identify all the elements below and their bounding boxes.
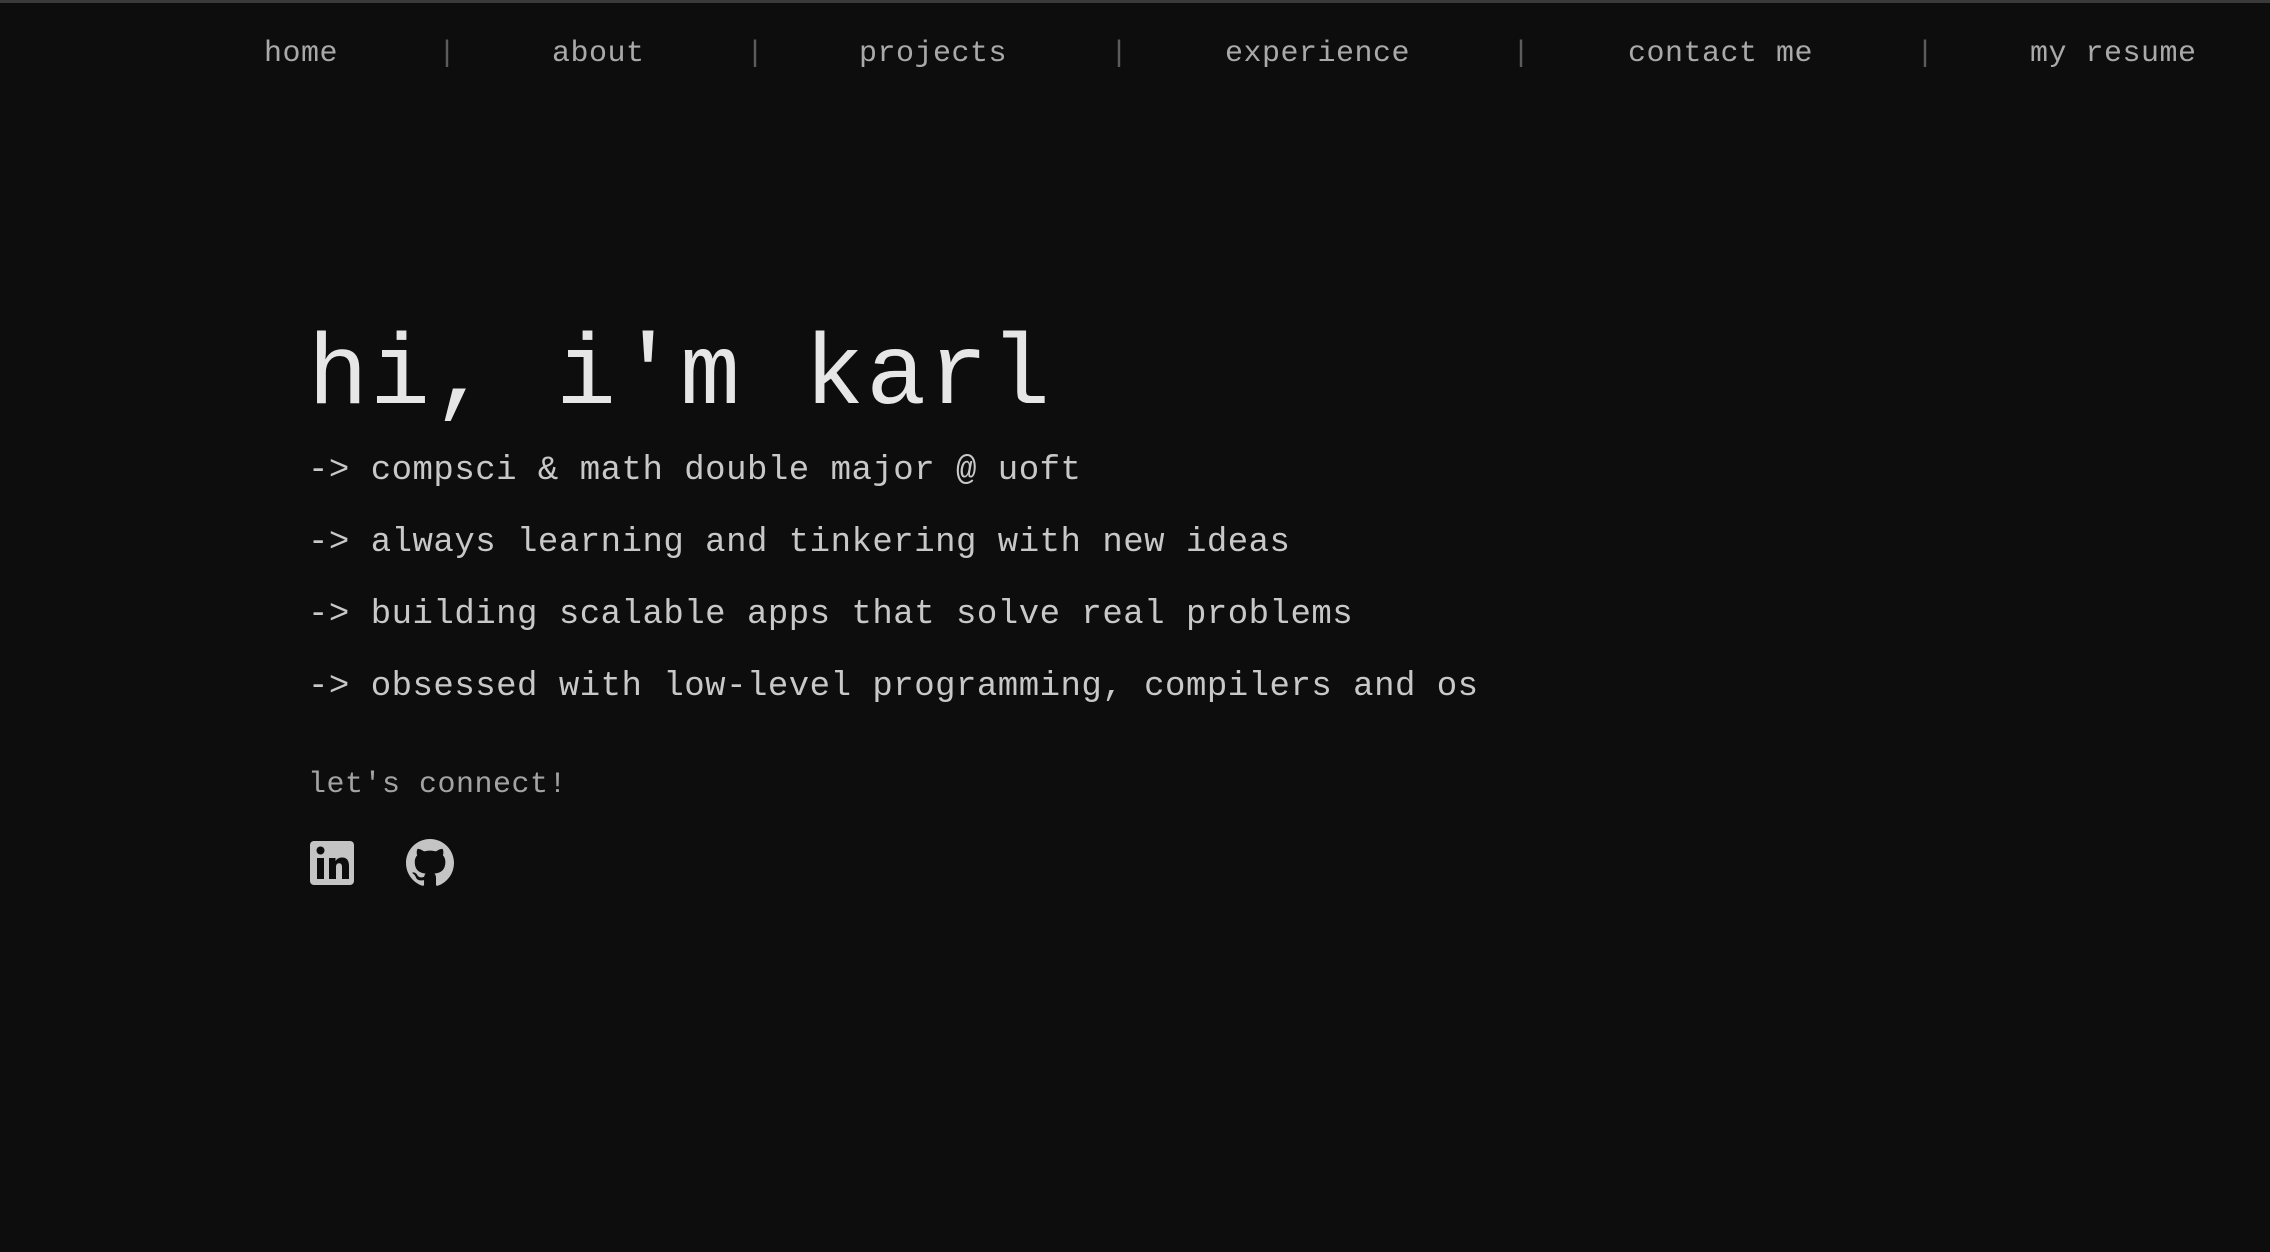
top-nav: home | about | projects | experience | c… xyxy=(0,3,2270,103)
nav-separator: | xyxy=(746,37,765,71)
linkedin-icon[interactable] xyxy=(308,839,356,887)
intro-item: -> building scalable apps that solve rea… xyxy=(308,596,1354,634)
nav-separator: | xyxy=(438,37,457,71)
nav-home-link[interactable]: home xyxy=(264,35,338,73)
hero-section: hi, i'm karl -> compsci & math double ma… xyxy=(308,323,2008,887)
nav-projects-link[interactable]: projects xyxy=(859,35,1007,73)
intro-list: -> compsci & math double major @ uoft ->… xyxy=(308,451,2008,707)
nav-separator: | xyxy=(1512,37,1531,71)
intro-item: -> always learning and tinkering with ne… xyxy=(308,524,1291,562)
nav-about-link[interactable]: about xyxy=(552,35,645,73)
nav-contact-link[interactable]: contact me xyxy=(1628,35,1813,73)
nav-experience-link[interactable]: experience xyxy=(1225,35,1410,73)
intro-item: -> compsci & math double major @ uoft xyxy=(308,452,1082,490)
nav-separator: | xyxy=(1110,37,1129,71)
connect-label: let's connect! xyxy=(308,768,568,802)
nav-separator: | xyxy=(1916,37,1935,71)
hero-title: hi, i'm karl xyxy=(308,321,1053,434)
social-links xyxy=(308,839,2008,887)
github-icon[interactable] xyxy=(406,839,454,887)
nav-resume-link[interactable]: my resume xyxy=(2030,35,2197,73)
intro-item: -> obsessed with low-level programming, … xyxy=(308,668,1479,706)
